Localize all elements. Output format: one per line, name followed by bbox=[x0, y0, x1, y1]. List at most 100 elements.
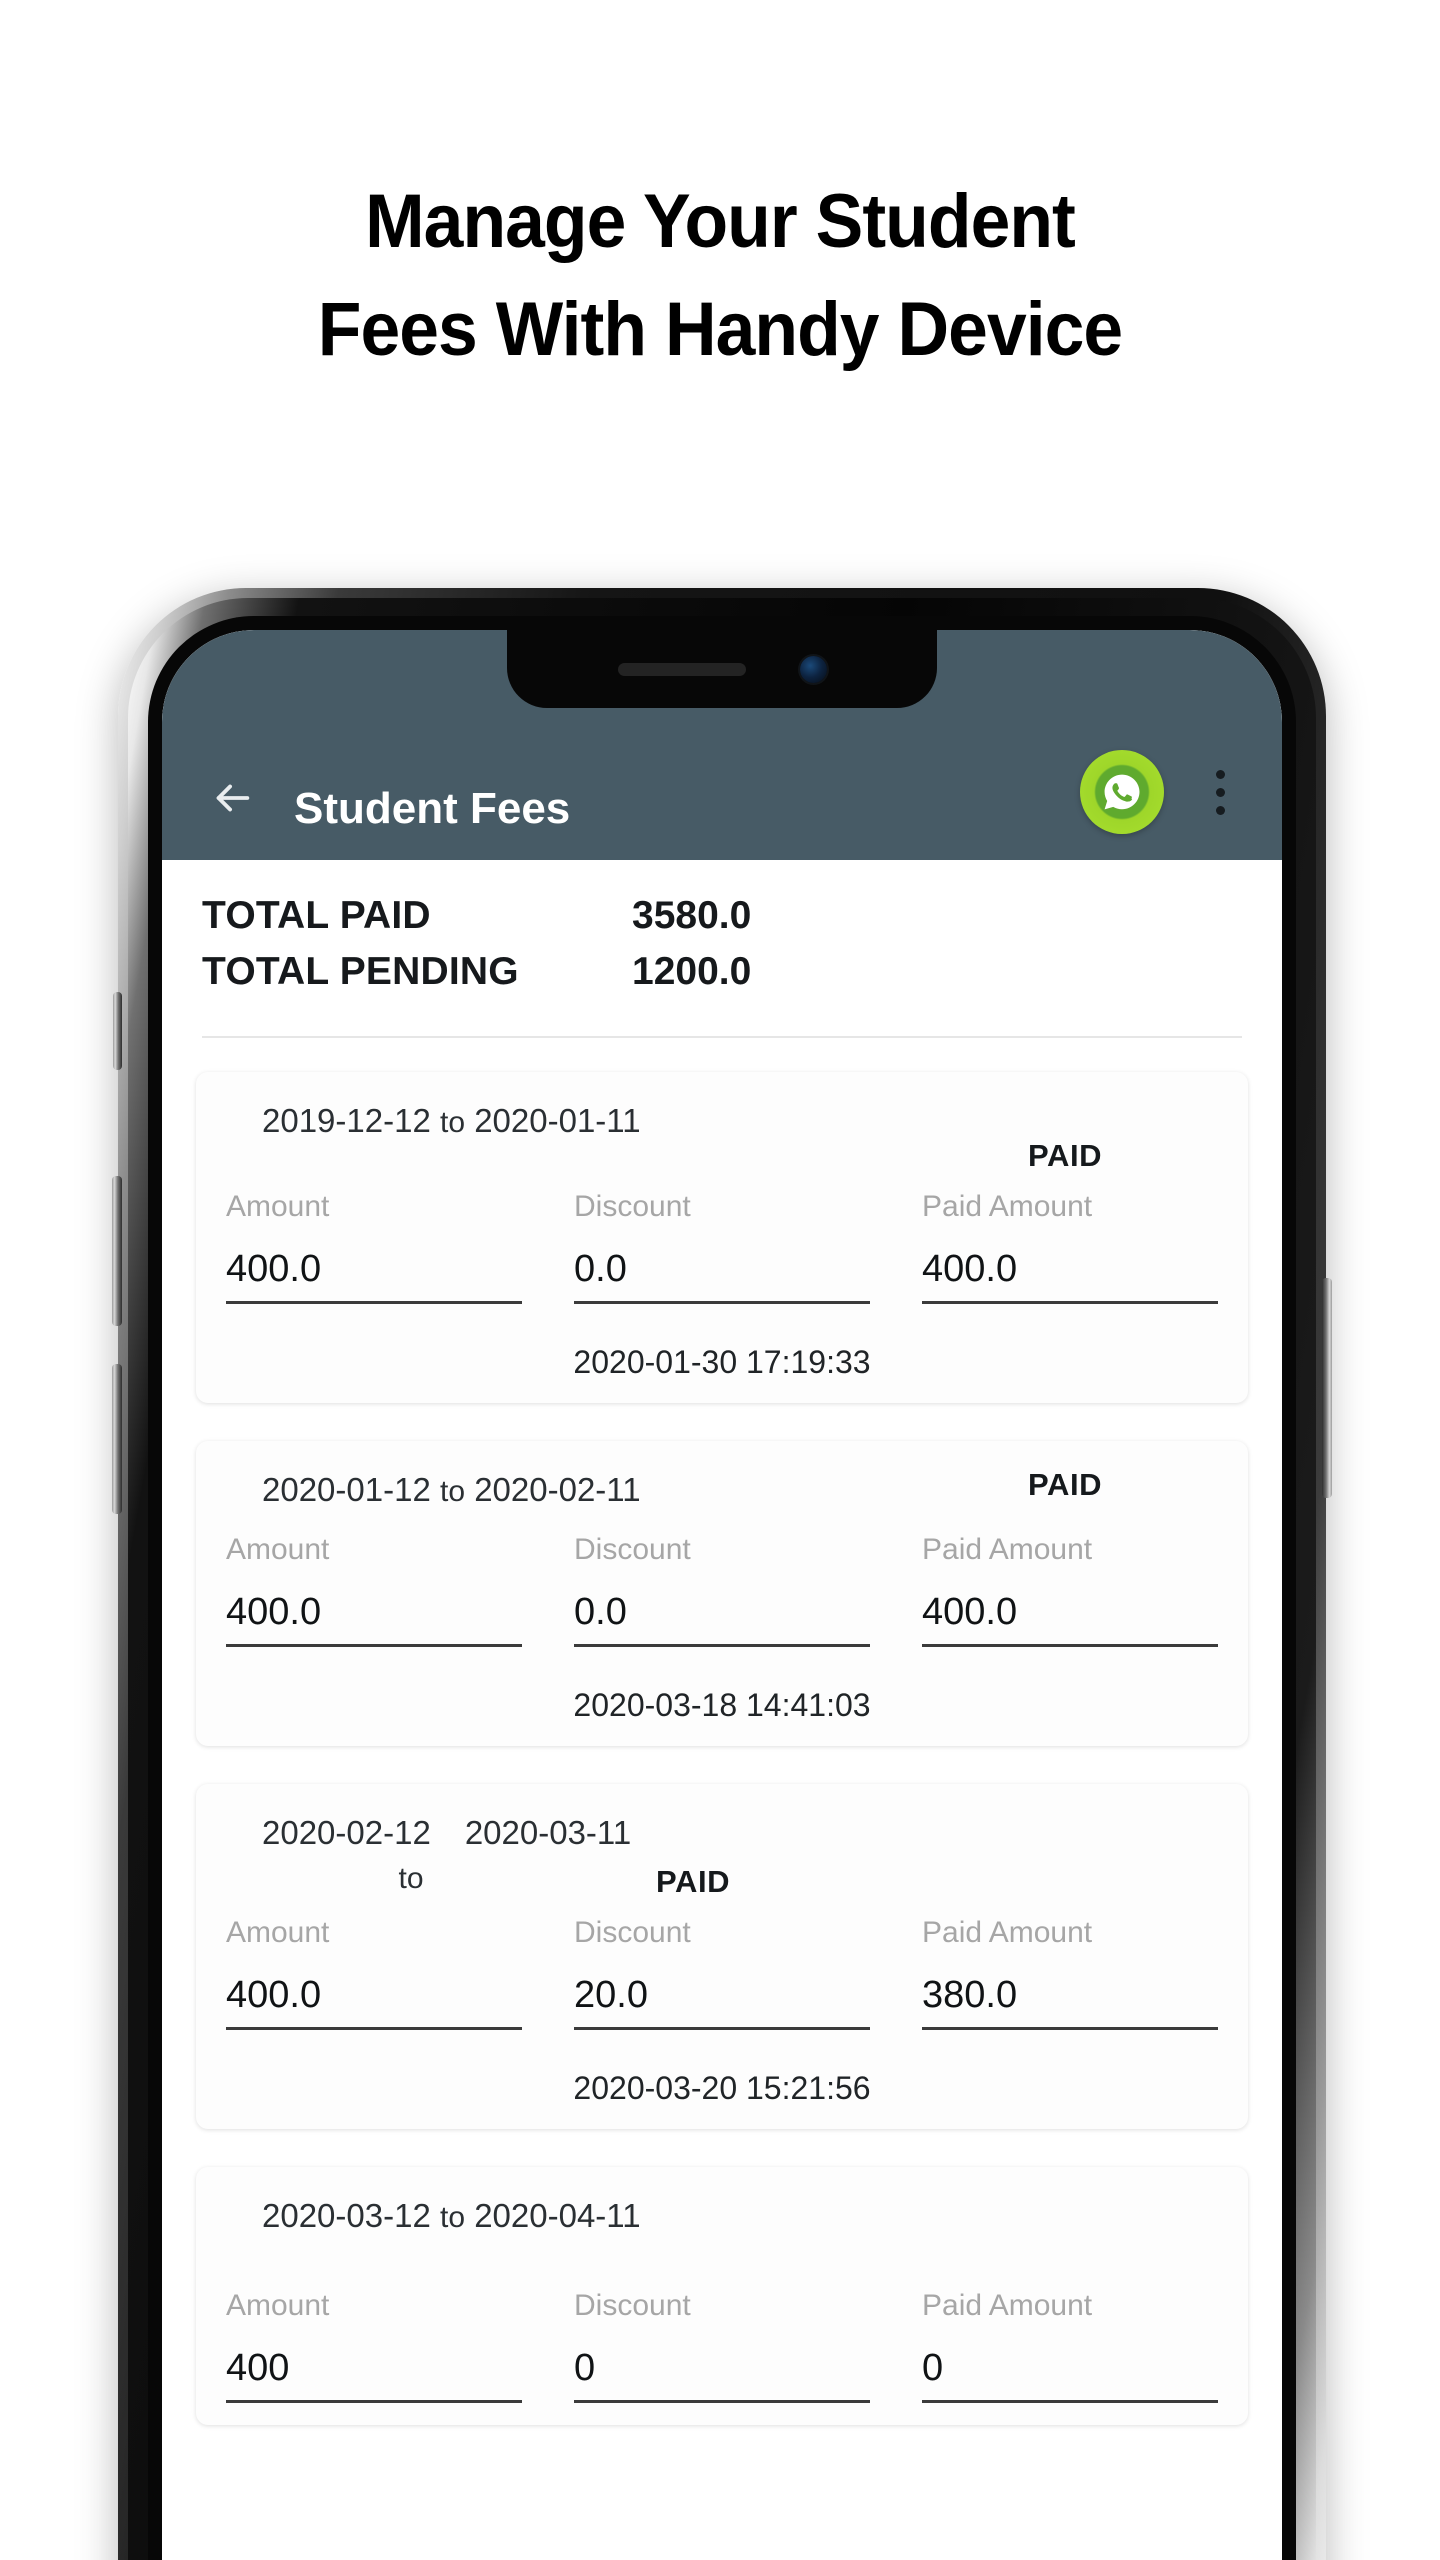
total-pending-label: TOTAL PENDING bbox=[202, 950, 519, 993]
amount-field[interactable]: Amount 400 bbox=[226, 2289, 574, 2403]
paid-amount-field[interactable]: Paid Amount 380.0 bbox=[922, 1916, 1218, 2030]
fee-period-separator: to bbox=[439, 2201, 466, 2234]
totals-summary: TOTAL PAID 3580.0 TOTAL PENDING 1200.0 bbox=[162, 860, 1282, 1038]
table-row[interactable]: 2019-12-12 to 2020-01-11 PAID Amount 400… bbox=[196, 1072, 1248, 1403]
amount-value[interactable]: 400.0 bbox=[226, 1248, 522, 1304]
page-title: Manage Your Student Fees With Handy Devi… bbox=[43, 168, 1397, 384]
total-pending-row: TOTAL PENDING 1200.0 bbox=[202, 950, 1242, 1006]
fee-fields: Amount 400.0 Discount 0.0 Paid Amount 40… bbox=[226, 1190, 1218, 1304]
amount-field[interactable]: Amount 400.0 bbox=[226, 1916, 574, 2030]
fee-card-list[interactable]: 2019-12-12 to 2020-01-11 PAID Amount 400… bbox=[162, 1038, 1282, 2560]
phone-screen: Student Fees TOTAL PAID 3580.0 TOTAL PEN… bbox=[162, 630, 1282, 2560]
fee-period-separator: to bbox=[398, 1862, 424, 1895]
fee-card-header: 2020-03-12 to 2020-04-11 bbox=[226, 2193, 1218, 2255]
paid-amount-label: Paid Amount bbox=[922, 2289, 1093, 2322]
phone-device-mockup: Student Fees TOTAL PAID 3580.0 TOTAL PEN… bbox=[112, 588, 1332, 2560]
paid-amount-value[interactable]: 400.0 bbox=[922, 1248, 1218, 1304]
paid-amount-field[interactable]: Paid Amount 0 bbox=[922, 2289, 1218, 2403]
table-row[interactable]: 2020-03-12 to 2020-04-11 Amount 400 Disc… bbox=[196, 2167, 1248, 2425]
fee-period-until: 2020-04-11 bbox=[474, 2197, 641, 2234]
fee-card-header: 2020-01-12 to 2020-02-11 PAID bbox=[226, 1467, 1218, 1519]
payment-timestamp: 2020-01-30 17:19:33 bbox=[573, 1344, 871, 1380]
table-row[interactable]: 2020-01-12 to 2020-02-11 PAID Amount 400… bbox=[196, 1441, 1248, 1746]
fee-card-header: 2020-02-12 2020-03-11 to PAID bbox=[226, 1810, 1218, 1902]
fee-fields: Amount 400.0 Discount 20.0 Paid Amount 3… bbox=[226, 1916, 1218, 2030]
payment-timestamp: 2020-03-20 15:21:56 bbox=[573, 2070, 871, 2106]
fee-period-range: 2020-01-12 to 2020-02-11 bbox=[226, 1467, 1028, 1515]
paid-amount-label: Paid Amount bbox=[922, 1190, 1093, 1223]
status-badge: PAID bbox=[656, 1864, 731, 1899]
paid-amount-field[interactable]: Paid Amount 400.0 bbox=[922, 1190, 1218, 1304]
status-badge: PAID bbox=[1028, 1138, 1103, 1173]
earpiece-speaker-icon bbox=[617, 662, 746, 676]
app-bar-title: Student Fees bbox=[294, 784, 571, 833]
fee-period-range: 2020-03-12 to 2020-04-11 bbox=[226, 2193, 1028, 2241]
discount-value[interactable]: 0 bbox=[574, 2347, 870, 2403]
paid-amount-field[interactable]: Paid Amount 400.0 bbox=[922, 1533, 1218, 1647]
paid-amount-label: Paid Amount bbox=[922, 1916, 1093, 1949]
fee-fields: Amount 400.0 Discount 0.0 Paid Amount 40… bbox=[226, 1533, 1218, 1647]
amount-field[interactable]: Amount 400.0 bbox=[226, 1190, 574, 1304]
total-paid-row: TOTAL PAID 3580.0 bbox=[202, 894, 1242, 950]
whatsapp-icon bbox=[1104, 774, 1140, 810]
headline-line-1: Manage Your Student bbox=[365, 179, 1076, 264]
fee-period-separator: to bbox=[439, 1475, 466, 1508]
amount-label: Amount bbox=[226, 2289, 330, 2322]
mute-switch-button[interactable] bbox=[113, 992, 122, 1070]
table-row[interactable]: 2020-02-12 2020-03-11 to PAID Amount 400… bbox=[196, 1784, 1248, 2129]
promo-screenshot-page: Manage Your Student Fees With Handy Devi… bbox=[0, 0, 1440, 2560]
volume-up-button[interactable] bbox=[112, 1176, 122, 1326]
back-button[interactable] bbox=[196, 762, 268, 834]
phone-notch bbox=[507, 630, 937, 708]
fee-period-until: 2020-03-11 bbox=[464, 1814, 632, 1851]
power-button[interactable] bbox=[1322, 1278, 1332, 1498]
status-badge: PAID bbox=[1028, 1467, 1103, 1502]
discount-label: Discount bbox=[574, 1190, 691, 1223]
total-paid-label: TOTAL PAID bbox=[202, 894, 431, 937]
overflow-menu-button[interactable] bbox=[1192, 750, 1248, 834]
fee-period-range: 2019-12-12 to 2020-01-11 bbox=[226, 1098, 1028, 1146]
amount-label: Amount bbox=[226, 1533, 330, 1566]
more-vertical-icon-dot-3 bbox=[1215, 805, 1225, 815]
amount-label: Amount bbox=[226, 1916, 330, 1949]
more-vertical-icon-dot-1 bbox=[1215, 769, 1225, 779]
paid-amount-value[interactable]: 400.0 bbox=[922, 1591, 1218, 1647]
total-pending-value: 1200.0 bbox=[632, 950, 752, 993]
fee-period-from: 2020-01-12 bbox=[262, 1471, 431, 1508]
fee-card-header: 2019-12-12 to 2020-01-11 PAID bbox=[226, 1098, 1218, 1176]
headline-line-2: Fees With Handy Device bbox=[317, 287, 1123, 372]
student-fees-app: Student Fees TOTAL PAID 3580.0 TOTAL PEN… bbox=[162, 630, 1282, 2560]
total-paid-value: 3580.0 bbox=[632, 894, 752, 937]
amount-value[interactable]: 400 bbox=[226, 2347, 522, 2403]
fee-fields: Amount 400 Discount 0 Paid Amount 0 bbox=[226, 2289, 1218, 2403]
more-vertical-icon-dot-2 bbox=[1215, 787, 1225, 797]
discount-value[interactable]: 0.0 bbox=[574, 1248, 870, 1304]
volume-down-button[interactable] bbox=[112, 1364, 122, 1514]
amount-value[interactable]: 400.0 bbox=[226, 1974, 522, 2030]
discount-value[interactable]: 0.0 bbox=[574, 1591, 870, 1647]
paid-amount-label: Paid Amount bbox=[922, 1533, 1093, 1566]
paid-amount-value[interactable]: 0 bbox=[922, 2347, 1218, 2403]
whatsapp-share-button[interactable] bbox=[1080, 750, 1164, 834]
fee-period-from: 2020-03-12 bbox=[262, 2197, 431, 2234]
discount-field[interactable]: Discount 0.0 bbox=[574, 1190, 922, 1304]
arrow-left-icon bbox=[216, 784, 250, 812]
amount-field[interactable]: Amount 400.0 bbox=[226, 1533, 574, 1647]
discount-label: Discount bbox=[574, 1916, 691, 1949]
discount-field[interactable]: Discount 20.0 bbox=[574, 1916, 922, 2030]
paid-amount-value[interactable]: 380.0 bbox=[922, 1974, 1218, 2030]
fee-period-range: 2020-02-12 2020-03-11 to bbox=[226, 1810, 656, 1902]
fee-period-until: 2020-01-11 bbox=[474, 1102, 641, 1139]
discount-value[interactable]: 20.0 bbox=[574, 1974, 870, 2030]
discount-label: Discount bbox=[574, 1533, 691, 1566]
amount-value[interactable]: 400.0 bbox=[226, 1591, 522, 1647]
amount-label: Amount bbox=[226, 1190, 330, 1223]
fee-period-separator: to bbox=[439, 1106, 466, 1139]
fee-period-from: 2020-02-12 bbox=[262, 1814, 431, 1851]
discount-label: Discount bbox=[574, 2289, 691, 2322]
discount-field[interactable]: Discount 0 bbox=[574, 2289, 922, 2403]
discount-field[interactable]: Discount 0.0 bbox=[574, 1533, 922, 1647]
fee-period-from: 2019-12-12 bbox=[262, 1102, 431, 1139]
payment-timestamp: 2020-03-18 14:41:03 bbox=[573, 1687, 871, 1723]
fee-period-until: 2020-02-11 bbox=[474, 1471, 641, 1508]
